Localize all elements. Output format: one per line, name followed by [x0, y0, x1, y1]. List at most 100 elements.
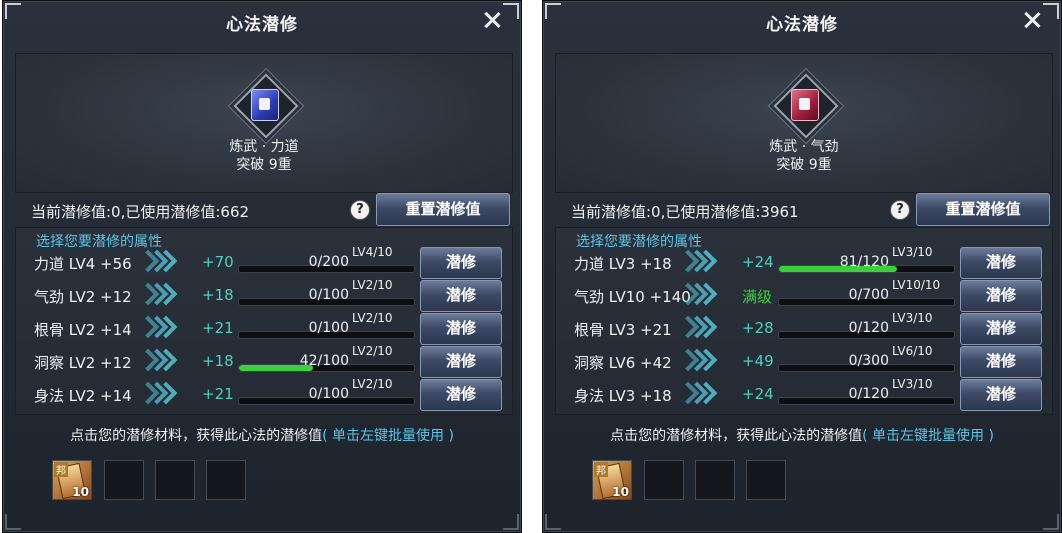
attribute-row: 力道 LV4 +56 +70 0/200 LV4/10 潜修	[16, 245, 512, 279]
material-slot[interactable]: 邦 10	[592, 460, 632, 500]
level-text: LV3/10	[892, 311, 933, 325]
progress-text: 81/120	[839, 254, 889, 270]
red-manual-icon	[773, 73, 839, 139]
level-text: LV2/10	[352, 344, 393, 358]
attribute-row: 气劲 LV2 +12 +18 0/100 LV2/10 潜修	[16, 278, 512, 312]
help-icon[interactable]: ?	[890, 200, 910, 220]
batch-use-link[interactable]: ( 单击左键批量使用 )	[322, 428, 454, 444]
progress-text: 0/200	[308, 254, 349, 270]
triple-chevron-icon	[136, 249, 178, 275]
panel-title: 心法潜修	[226, 15, 298, 35]
material-hint: 点击您的潜修材料，获得此心法的潜修值( 单击左键批量使用 )	[543, 425, 1061, 445]
close-icon[interactable]	[481, 9, 503, 31]
next-bonus: +21	[202, 319, 234, 337]
item-tag: 邦	[54, 462, 68, 477]
attribute-list: 选择您要潜修的属性 力道 LV3 +18 +24 81/120 LV3/10 潜修 气劲 …	[555, 227, 1053, 415]
panel-title: 心法潜修	[766, 15, 838, 35]
triple-chevron-icon	[676, 282, 718, 308]
attribute-label: 力道 LV3 +18	[574, 255, 672, 273]
triple-chevron-icon	[136, 282, 178, 308]
next-bonus: +18	[202, 286, 234, 304]
attribute-row: 洞察 LV6 +42 +49 0/300 LV6/10 潜修	[556, 344, 1052, 378]
progress-text: 0/100	[308, 320, 349, 336]
attribute-row: 洞察 LV2 +12 +18 42/100 LV2/10 潜修	[16, 344, 512, 378]
item-count: 10	[72, 485, 89, 499]
next-bonus: +24	[742, 385, 774, 403]
book-header: 炼武 · 气劲 突破 9重	[555, 53, 1053, 193]
attribute-label: 力道 LV4 +56	[34, 255, 132, 273]
cultivate-button[interactable]: 潜修	[960, 280, 1042, 312]
next-bonus: 满级	[742, 288, 773, 306]
book-name: 炼武 · 气劲	[769, 139, 839, 155]
cultivate-button[interactable]: 潜修	[960, 313, 1042, 345]
reset-button[interactable]: 重置潜修值	[376, 193, 510, 226]
progress-text: 0/120	[848, 320, 889, 336]
progress-text: 0/120	[848, 386, 889, 402]
attribute-label: 身法 LV2 +14	[34, 387, 132, 405]
cultivation-panel-right: 心法潜修 炼武 · 气劲 突破 9重 当前潜修值:0,已使用潜修值:3961 ?…	[542, 0, 1062, 533]
cultivate-button[interactable]: 潜修	[960, 247, 1042, 279]
blue-manual-icon	[233, 73, 299, 139]
next-bonus: +28	[742, 319, 774, 337]
progress-text: 0/300	[848, 353, 889, 369]
progress-text: 0/100	[308, 386, 349, 402]
cultivate-button[interactable]: 潜修	[960, 379, 1042, 411]
triple-chevron-icon	[136, 315, 178, 341]
attribute-row: 气劲 LV10 +140 满级 0/700 LV10/10 潜修	[556, 278, 1052, 312]
cultivate-button[interactable]: 潜修	[960, 346, 1042, 378]
attribute-label: 洞察 LV6 +42	[574, 354, 672, 372]
attribute-label: 气劲 LV2 +12	[34, 288, 132, 306]
triple-chevron-icon	[136, 348, 178, 374]
corner-ornament	[503, 514, 519, 530]
attribute-row: 身法 LV2 +14 +21 0/100 LV2/10 潜修	[16, 377, 512, 411]
material-slot[interactable]: 邦 10	[52, 460, 92, 500]
progress-text: 0/700	[848, 287, 889, 303]
triple-chevron-icon	[136, 381, 178, 407]
corner-ornament	[545, 514, 561, 530]
level-text: LV2/10	[352, 377, 393, 391]
reset-button[interactable]: 重置潜修值	[916, 193, 1050, 226]
book-header: 炼武 · 力道 突破 9重	[15, 53, 513, 193]
progress-text: 42/100	[299, 353, 349, 369]
cultivate-button[interactable]: 潜修	[420, 247, 502, 279]
help-icon[interactable]: ?	[350, 200, 370, 220]
book-name: 炼武 · 力道	[229, 139, 299, 155]
material-slot-empty[interactable]	[206, 460, 246, 500]
cultivation-status: 当前潜修值:0,已使用潜修值:3961	[571, 203, 799, 221]
level-text: LV3/10	[892, 377, 933, 391]
next-bonus: +70	[202, 253, 234, 271]
triple-chevron-icon	[676, 315, 718, 341]
material-slot-empty[interactable]	[155, 460, 195, 500]
attribute-row: 力道 LV3 +18 +24 81/120 LV3/10 潜修	[556, 245, 1052, 279]
next-bonus: +21	[202, 385, 234, 403]
hint-text: 点击您的潜修材料，获得此心法的潜修值	[610, 428, 863, 444]
book-break-level: 突破 9重	[236, 157, 292, 173]
cultivation-panel-left: 心法潜修 炼武 · 力道 突破 9重 当前潜修值:0,已使用潜修值:662 ? …	[2, 0, 522, 533]
cultivation-status: 当前潜修值:0,已使用潜修值:662	[31, 203, 250, 221]
cultivate-button[interactable]: 潜修	[420, 280, 502, 312]
attribute-label: 根骨 LV2 +14	[34, 321, 132, 339]
material-slot-empty[interactable]	[746, 460, 786, 500]
material-hint: 点击您的潜修材料，获得此心法的潜修值( 单击左键批量使用 )	[3, 425, 521, 445]
book-break-level: 突破 9重	[776, 157, 832, 173]
level-text: LV3/10	[892, 245, 933, 259]
corner-ornament	[1043, 514, 1059, 530]
item-tag: 邦	[594, 462, 608, 477]
cultivate-button[interactable]: 潜修	[420, 313, 502, 345]
next-bonus: +24	[742, 253, 774, 271]
cultivate-button[interactable]: 潜修	[420, 346, 502, 378]
triple-chevron-icon	[676, 381, 718, 407]
close-icon[interactable]	[1021, 9, 1043, 31]
progress-text: 0/100	[308, 287, 349, 303]
level-text: LV10/10	[892, 278, 941, 292]
cultivate-button[interactable]: 潜修	[420, 379, 502, 411]
material-slot-empty[interactable]	[104, 460, 144, 500]
attribute-row: 根骨 LV2 +14 +21 0/100 LV2/10 潜修	[16, 311, 512, 345]
item-count: 10	[612, 485, 629, 499]
material-slot-empty[interactable]	[695, 460, 735, 500]
material-slot-empty[interactable]	[644, 460, 684, 500]
level-text: LV2/10	[352, 278, 393, 292]
batch-use-link[interactable]: ( 单击左键批量使用 )	[862, 428, 994, 444]
level-text: LV2/10	[352, 311, 393, 325]
triple-chevron-icon	[676, 249, 718, 275]
